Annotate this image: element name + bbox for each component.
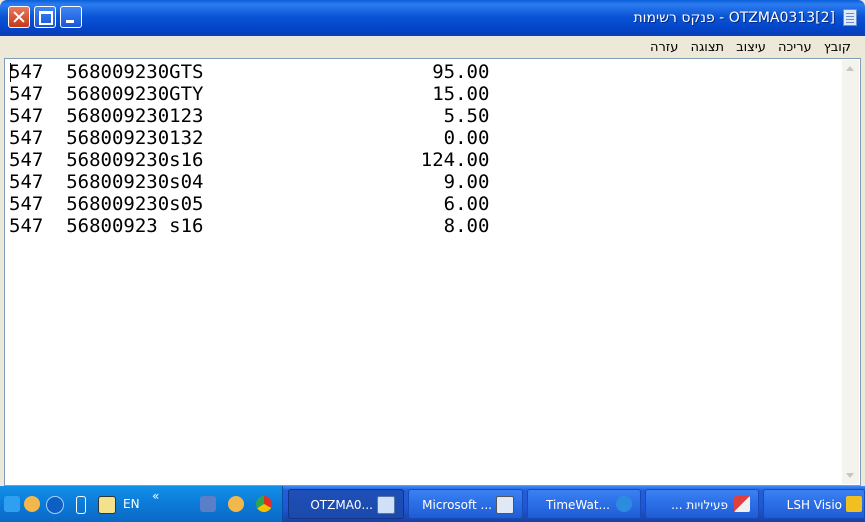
text-content[interactable]: 547 568009230GTS 95.00 547 568009230GTY 1… [9,61,489,237]
task-label: OTZMA0... [310,498,373,512]
minimize-icon [66,20,74,23]
task-timewat[interactable]: TimeWat... [527,489,641,519]
window-title: [2‎]OTZMA0313 - פנקס רשימות [633,10,835,26]
notepad-icon [377,496,395,514]
task-label: LSH Visio [786,498,842,512]
task-label: פעילויות ... [671,498,728,512]
system-tray: EN « [0,486,283,522]
chevron-left-icon[interactable]: « [152,489,159,503]
paint-icon [734,496,750,512]
visio-icon [846,496,862,512]
task-label: TimeWat... [546,498,610,512]
close-button[interactable] [8,6,30,28]
messenger-icon[interactable] [24,496,40,512]
task-otzma-notepad[interactable]: OTZMA0... [288,489,404,519]
maximize-button[interactable] [34,6,56,28]
chrome-icon[interactable] [256,496,272,512]
task-activities[interactable]: פעילויות ... [645,489,759,519]
task-label: Microsoft ... [422,498,492,512]
messenger-icon[interactable] [228,496,244,512]
task-lsh-visio[interactable]: LSH Visio [763,489,865,519]
menu-format[interactable]: עיצוב [730,40,772,55]
text-line: 547 568009230GTY 15.00 [9,83,490,105]
text-line: 547 568009230s16 124.00 [9,149,490,171]
text-line: 547 568009230123 5.50 [9,105,490,127]
clock-icon[interactable] [46,496,64,514]
text-line: 547 568009230132 0.00 [9,127,490,149]
outlook-icon[interactable] [200,496,216,512]
text-editor[interactable]: 547 568009230GTS 95.00 547 568009230GTY 1… [4,58,861,486]
network-icon[interactable] [4,496,20,512]
task-microsoft[interactable]: Microsoft ... [408,489,523,519]
menu-edit[interactable]: עריכה [772,40,818,55]
taskbar: EN « LSH Visio פעילויות ... TimeWat... M… [0,486,865,522]
scroll-up-button[interactable] [842,60,859,77]
help-icon[interactable] [98,496,116,514]
menu-help[interactable]: עזרה [644,40,684,55]
text-line: 547 568009230s05 6.00 [9,193,490,215]
vertical-scrollbar[interactable] [842,60,859,484]
notepad-icon[interactable] [843,9,857,26]
minimize-button[interactable] [60,6,82,28]
menu-bar: קובץ עריכה עיצוב תצוגה עזרה [4,36,861,58]
menu-file[interactable]: קובץ [818,40,857,55]
language-indicator[interactable]: EN [123,497,140,511]
menu-view[interactable]: תצוגה [684,40,730,55]
title-bar[interactable]: [2‎]OTZMA0313 - פנקס רשימות [0,0,865,36]
text-line: 547 568009230GTS 95.00 [9,61,490,83]
safely-remove-icon[interactable] [76,496,86,514]
maximize-icon [39,11,53,25]
ie-icon [616,496,632,512]
text-caret [10,63,11,82]
text-line: 547 568009230s04 9.00 [9,171,490,193]
scroll-down-button[interactable] [842,467,859,484]
text-line: 547 56800923 s16 8.00 [9,215,490,237]
word-icon [496,496,514,514]
